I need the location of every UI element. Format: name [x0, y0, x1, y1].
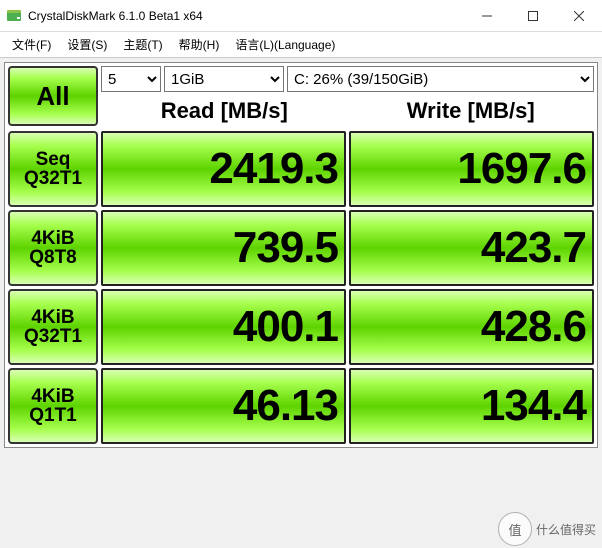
test-label: 4KiB — [31, 308, 74, 327]
column-header-read: Read [MB/s] — [101, 92, 348, 128]
window-title: CrystalDiskMark 6.1.0 Beta1 x64 — [28, 9, 464, 23]
results-grid: All 5 1GiB C: 26% (39/150GiB) Read [MB/s… — [8, 66, 594, 444]
run-4kib-q32t1-button[interactable]: 4KiB Q32T1 — [8, 289, 98, 365]
result-read: 46.13 — [101, 368, 346, 444]
watermark-text: 什么值得买 — [536, 521, 596, 538]
result-write: 428.6 — [349, 289, 594, 365]
result-read: 400.1 — [101, 289, 346, 365]
watermark: 值 什么值得买 — [498, 512, 596, 546]
client-area: All 5 1GiB C: 26% (39/150GiB) Read [MB/s… — [0, 58, 602, 548]
menu-language[interactable]: 语言(L)(Language) — [227, 33, 343, 56]
result-write: 134.4 — [349, 368, 594, 444]
result-write: 1697.6 — [349, 131, 594, 207]
test-label: Seq — [36, 150, 71, 169]
inner-frame: All 5 1GiB C: 26% (39/150GiB) Read [MB/s… — [4, 62, 598, 448]
menu-file[interactable]: 文件(F) — [4, 33, 59, 56]
menu-theme[interactable]: 主题(T) — [115, 33, 170, 56]
run-seq-q32t1-button[interactable]: Seq Q32T1 — [8, 131, 98, 207]
test-label: Q1T1 — [29, 406, 77, 425]
test-label: Q8T8 — [29, 248, 77, 267]
top-controls: 5 1GiB C: 26% (39/150GiB) Read [MB/s] Wr… — [101, 66, 594, 128]
test-label: Q32T1 — [24, 169, 82, 188]
result-write: 423.7 — [349, 210, 594, 286]
size-select[interactable]: 1GiB — [164, 66, 284, 92]
maximize-button[interactable] — [510, 0, 556, 32]
menu-bar: 文件(F) 设置(S) 主题(T) 帮助(H) 语言(L)(Language) — [0, 32, 602, 58]
run-4kib-q8t8-button[interactable]: 4KiB Q8T8 — [8, 210, 98, 286]
result-read: 739.5 — [101, 210, 346, 286]
test-label: 4KiB — [31, 229, 74, 248]
title-bar: CrystalDiskMark 6.1.0 Beta1 x64 — [0, 0, 602, 32]
minimize-button[interactable] — [464, 0, 510, 32]
drive-select[interactable]: C: 26% (39/150GiB) — [287, 66, 594, 92]
test-label: Q32T1 — [24, 327, 82, 346]
run-all-button[interactable]: All — [8, 66, 98, 126]
result-read: 2419.3 — [101, 131, 346, 207]
run-all-label: All — [36, 81, 69, 112]
app-icon — [6, 8, 22, 24]
run-4kib-q1t1-button[interactable]: 4KiB Q1T1 — [8, 368, 98, 444]
loops-select[interactable]: 5 — [101, 66, 161, 92]
menu-settings[interactable]: 设置(S) — [59, 33, 115, 56]
column-header-write: Write [MB/s] — [348, 92, 595, 128]
close-button[interactable] — [556, 0, 602, 32]
menu-help[interactable]: 帮助(H) — [171, 33, 228, 56]
watermark-badge: 值 — [498, 512, 532, 546]
test-label: 4KiB — [31, 387, 74, 406]
